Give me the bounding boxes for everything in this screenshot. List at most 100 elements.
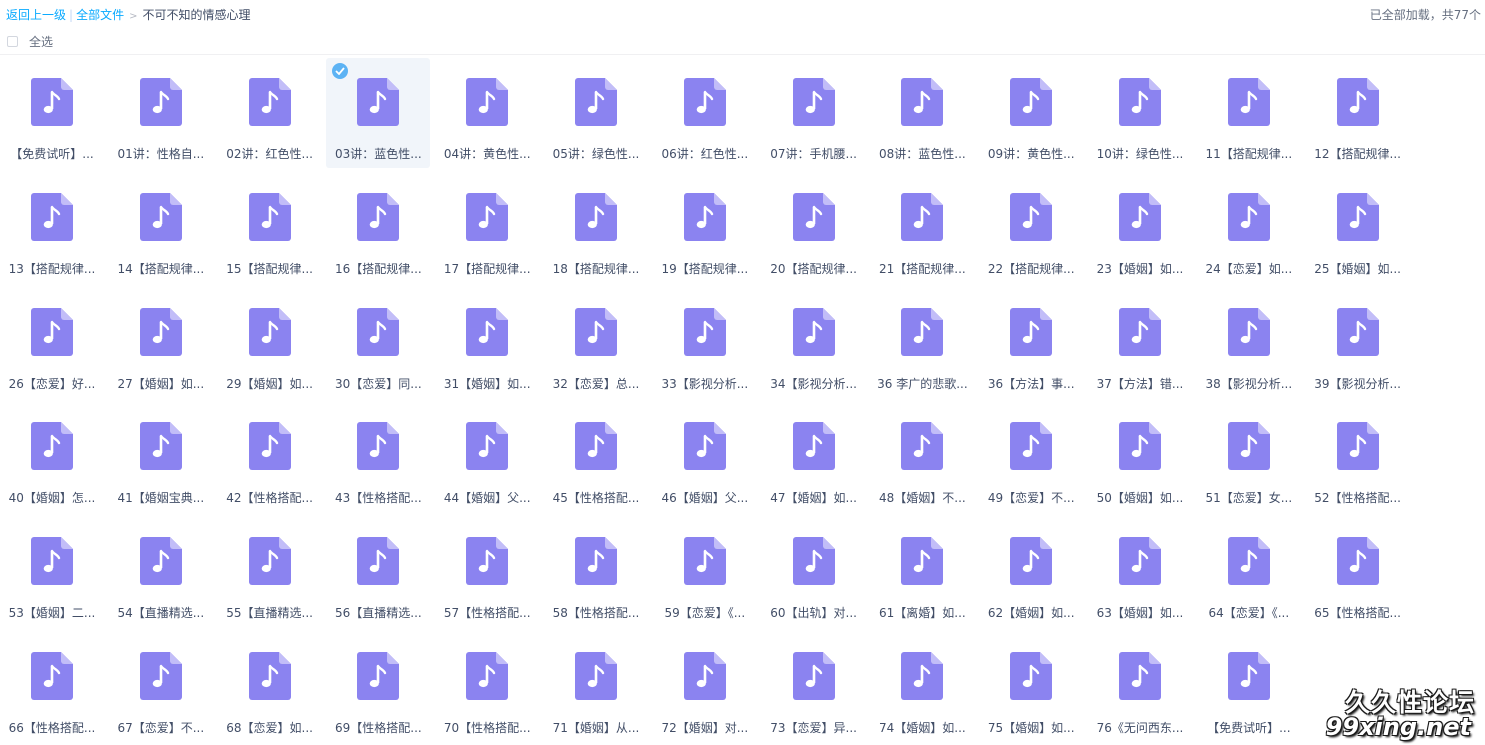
file-item[interactable]: 34【影视分析...: [762, 288, 866, 398]
file-item[interactable]: 56【直播精选...: [326, 517, 430, 627]
select-all-checkbox[interactable]: [7, 36, 18, 47]
file-item[interactable]: 62【婚姻】如...: [979, 517, 1083, 627]
file-item[interactable]: 39【影视分析...: [1306, 288, 1410, 398]
file-item[interactable]: 18【搭配规律...: [544, 173, 648, 283]
file-item[interactable]: 40【婚姻】怎...: [0, 402, 104, 512]
file-name: 27【婚姻】如...: [117, 376, 205, 391]
file-item[interactable]: 76《无问西东...: [1088, 632, 1192, 742]
file-item[interactable]: 09讲：黄色性...: [979, 58, 1083, 168]
file-name: 08讲：蓝色性...: [879, 147, 966, 161]
file-item[interactable]: 51【恋爱】女...: [1197, 402, 1301, 512]
file-item[interactable]: 16【搭配规律...: [326, 173, 430, 283]
file-item[interactable]: 41【婚姻宝典...: [109, 402, 213, 512]
file-item[interactable]: 06讲：红色性...: [653, 58, 757, 168]
file-name: 55【直播精选...: [226, 606, 313, 621]
file-item[interactable]: 14【搭配规律...: [109, 173, 213, 283]
music-file-icon: [248, 652, 291, 700]
file-item[interactable]: 05讲：绿色性...: [544, 58, 648, 168]
file-item[interactable]: 67【恋爱】不...: [109, 632, 213, 742]
file-item[interactable]: 50【婚姻】如...: [1088, 402, 1192, 512]
file-item[interactable]: 46【婚姻】父...: [653, 402, 757, 512]
check-icon[interactable]: [332, 63, 349, 79]
file-item[interactable]: 63【婚姻】如...: [1088, 517, 1192, 627]
file-item[interactable]: 08讲：蓝色性...: [870, 58, 974, 168]
file-item[interactable]: 65【性格搭配...: [1306, 517, 1410, 627]
file-item[interactable]: 36 李广的悲歌...: [870, 288, 974, 398]
file-item[interactable]: 38【影视分析...: [1197, 288, 1301, 398]
file-item[interactable]: 48【婚姻】不...: [870, 402, 974, 512]
file-item[interactable]: 61【离婚】如...: [870, 517, 974, 627]
loaded-status: 已全部加载，共77个: [1369, 8, 1481, 22]
file-item[interactable]: 25【婚姻】如...: [1306, 173, 1410, 283]
all-files-link[interactable]: 全部文件: [76, 8, 124, 22]
file-item[interactable]: 52【性格搭配...: [1306, 402, 1410, 512]
file-item[interactable]: 20【搭配规律...: [762, 173, 866, 283]
back-link[interactable]: 返回上一级: [6, 8, 66, 22]
file-item[interactable]: 68【恋爱】如...: [218, 632, 322, 742]
file-name: 56【直播精选...: [335, 606, 422, 621]
file-name: 75【婚姻】如...: [987, 721, 1075, 735]
music-file-icon: [901, 422, 944, 471]
file-item[interactable]: 33【影视分析...: [653, 288, 757, 398]
file-item[interactable]: 54【直播精选...: [109, 517, 213, 627]
file-item[interactable]: 31【婚姻】如...: [435, 288, 539, 398]
file-item[interactable]: 73【恋爱】异...: [762, 632, 866, 742]
file-item[interactable]: 01讲：性格自...: [109, 58, 213, 168]
file-item[interactable]: 60【出轨】对...: [762, 517, 866, 627]
file-item[interactable]: 36【方法】事...: [979, 288, 1083, 398]
file-item[interactable]: 66【性格搭配...: [0, 632, 104, 742]
file-item[interactable]: 58【性格搭配...: [544, 517, 648, 627]
file-item[interactable]: 19【搭配规律...: [653, 173, 757, 283]
file-item[interactable]: 72【婚姻】对...: [653, 632, 757, 742]
file-item[interactable]: 64【恋爱】《...: [1197, 517, 1301, 627]
file-item[interactable]: 26【恋爱】好...: [0, 288, 104, 398]
file-item[interactable]: 04讲：黄色性...: [435, 58, 539, 168]
file-item[interactable]: 【免费试听】...: [1197, 632, 1301, 742]
file-item[interactable]: 74【婚姻】如...: [870, 632, 974, 742]
file-item[interactable]: 59【恋爱】《...: [653, 517, 757, 627]
file-item[interactable]: 13【搭配规律...: [0, 173, 104, 283]
file-name: 14【搭配规律...: [117, 261, 205, 276]
file-name: 26【恋爱】好...: [8, 376, 96, 391]
file-item[interactable]: 69【性格搭配...: [326, 632, 430, 742]
file-item[interactable]: 49【恋爱】不...: [979, 402, 1083, 512]
file-item[interactable]: 23【婚姻】如...: [1088, 173, 1192, 283]
file-name: 09讲：黄色性...: [987, 147, 1075, 161]
file-name: 25【婚姻】如...: [1314, 261, 1401, 276]
file-item[interactable]: 17【搭配规律...: [435, 173, 539, 283]
file-item[interactable]: 45【性格搭配...: [544, 402, 648, 512]
file-item[interactable]: 70【性格搭配...: [435, 632, 539, 742]
file-name: 64【恋爱】《...: [1208, 606, 1290, 621]
music-file-icon: [683, 307, 726, 356]
file-item[interactable]: 57【性格搭配...: [435, 517, 539, 627]
music-file-icon: [466, 422, 509, 471]
file-item[interactable]: 11【搭配规律...: [1197, 58, 1301, 168]
file-item[interactable]: 21【搭配规律...: [870, 173, 974, 283]
file-item[interactable]: 27【婚姻】如...: [109, 288, 213, 398]
file-item[interactable]: 29【婚姻】如...: [218, 288, 322, 398]
file-item[interactable]: 22【搭配规律...: [979, 173, 1083, 283]
file-item[interactable]: 44【婚姻】父...: [435, 402, 539, 512]
file-item[interactable]: 10讲：绿色性...: [1088, 58, 1192, 168]
music-file-icon: [139, 78, 182, 126]
file-item[interactable]: 12【搭配规律...: [1306, 58, 1410, 168]
music-file-icon: [683, 422, 726, 471]
file-item[interactable]: 43【性格搭配...: [326, 402, 430, 512]
file-item[interactable]: 53【婚姻】二...: [0, 517, 104, 627]
file-item[interactable]: 15【搭配规律...: [218, 173, 322, 283]
file-item[interactable]: 【免费试听】...: [0, 58, 104, 168]
file-item[interactable]: 47【婚姻】如...: [762, 402, 866, 512]
file-item[interactable]: 03讲：蓝色性...: [326, 58, 431, 168]
file-item[interactable]: 24【恋爱】如...: [1197, 173, 1301, 283]
music-file-icon: [575, 652, 617, 700]
file-item[interactable]: 07讲：手机腰...: [762, 58, 866, 168]
file-item[interactable]: 32【恋爱】总...: [544, 288, 648, 398]
file-item[interactable]: 37【方法】错...: [1088, 288, 1192, 398]
file-item[interactable]: 02讲：红色性...: [218, 58, 322, 168]
file-item[interactable]: 75【婚姻】如...: [979, 632, 1083, 742]
file-item[interactable]: 30【恋爱】同...: [326, 288, 430, 398]
file-item[interactable]: 71【婚姻】从...: [544, 632, 648, 742]
file-item[interactable]: 42【性格搭配...: [218, 402, 322, 512]
select-all-label[interactable]: 全选: [29, 33, 53, 50]
file-item[interactable]: 55【直播精选...: [218, 517, 322, 627]
